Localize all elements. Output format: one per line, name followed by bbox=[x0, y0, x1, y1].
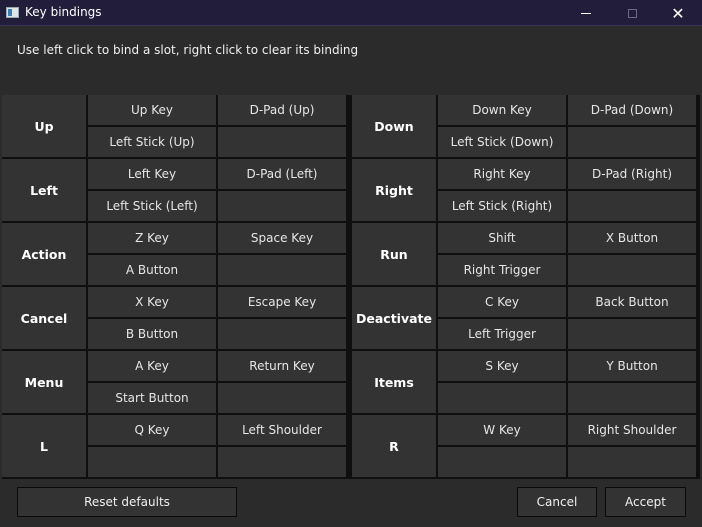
action-name: Left bbox=[2, 159, 86, 221]
minimize-icon bbox=[581, 12, 591, 14]
binding-slot[interactable]: D-Pad (Right) bbox=[568, 159, 696, 189]
binding-slot[interactable]: Space Key bbox=[218, 223, 346, 253]
binding-row-down: Down Down Key D-Pad (Down) Left Stick (Down… bbox=[352, 95, 698, 157]
binding-row-right: Right Right Key D-Pad (Right) Left Stick (R… bbox=[352, 159, 698, 221]
binding-slot[interactable]: Right Key bbox=[438, 159, 566, 189]
binding-slot[interactable]: X Button bbox=[568, 223, 696, 253]
binding-slot[interactable]: Left Shoulder bbox=[218, 415, 346, 445]
minimize-button[interactable] bbox=[563, 0, 609, 26]
binding-slot[interactable]: X Key bbox=[88, 287, 216, 317]
binding-slot[interactable]: A Key bbox=[88, 351, 216, 381]
bindings-grid: Up Up Key D-Pad (Up) Left Stick (Up) Down Dow… bbox=[2, 95, 700, 479]
binding-slot[interactable]: Escape Key bbox=[218, 287, 346, 317]
action-name: Items bbox=[352, 351, 436, 413]
binding-row-items: Items S Key Y Button bbox=[352, 351, 698, 413]
binding-slot[interactable] bbox=[218, 447, 346, 477]
binding-slot[interactable] bbox=[568, 319, 696, 349]
binding-slot[interactable]: Back Button bbox=[568, 287, 696, 317]
app-icon bbox=[6, 7, 19, 18]
binding-slot[interactable]: A Button bbox=[88, 255, 216, 285]
action-name: L bbox=[2, 415, 86, 477]
binding-slot[interactable] bbox=[568, 383, 696, 413]
binding-slot[interactable]: Q Key bbox=[88, 415, 216, 445]
binding-row-cancel: Cancel X Key Escape Key B Button bbox=[2, 287, 348, 349]
window-title: Key bindings bbox=[25, 5, 102, 19]
binding-slot[interactable]: S Key bbox=[438, 351, 566, 381]
action-name: Cancel bbox=[2, 287, 86, 349]
action-name: Right bbox=[352, 159, 436, 221]
binding-slot[interactable]: Up Key bbox=[88, 95, 216, 125]
binding-row-l: LQ Key Left Shoulder bbox=[2, 415, 348, 477]
action-name: Run bbox=[352, 223, 436, 285]
binding-slot[interactable]: Y Button bbox=[568, 351, 696, 381]
binding-row-deactivate: Deactivate C Key Back Button Left Trigger bbox=[352, 287, 698, 349]
action-name: Deactivate bbox=[352, 287, 436, 349]
title-bar[interactable]: Key bindings ✕ bbox=[0, 0, 702, 26]
binding-slot[interactable]: B Button bbox=[88, 319, 216, 349]
binding-slot[interactable]: Shift bbox=[438, 223, 566, 253]
action-name: Action bbox=[2, 223, 86, 285]
binding-slot[interactable]: Left Stick (Down) bbox=[438, 127, 566, 157]
binding-slot[interactable]: Start Button bbox=[88, 383, 216, 413]
binding-slot[interactable]: Left Key bbox=[88, 159, 216, 189]
reset-defaults-button[interactable]: Reset defaults bbox=[17, 487, 237, 517]
binding-slot[interactable] bbox=[218, 255, 346, 285]
action-name: Menu bbox=[2, 351, 86, 413]
binding-slot[interactable]: Return Key bbox=[218, 351, 346, 381]
binding-slot[interactable]: C Key bbox=[438, 287, 566, 317]
binding-slot[interactable] bbox=[568, 447, 696, 477]
binding-slot[interactable]: Left Stick (Right) bbox=[438, 191, 566, 221]
binding-slot[interactable]: Right Trigger bbox=[438, 255, 566, 285]
binding-slot[interactable]: Z Key bbox=[88, 223, 216, 253]
binding-slot[interactable]: Left Trigger bbox=[438, 319, 566, 349]
action-name: Down bbox=[352, 95, 436, 157]
binding-slot[interactable]: D-Pad (Down) bbox=[568, 95, 696, 125]
binding-slot[interactable] bbox=[438, 383, 566, 413]
binding-slot[interactable] bbox=[568, 127, 696, 157]
binding-slot[interactable] bbox=[568, 191, 696, 221]
close-icon: ✕ bbox=[671, 3, 685, 23]
maximize-icon bbox=[627, 8, 637, 18]
maximize-button[interactable] bbox=[609, 0, 655, 26]
binding-slot[interactable] bbox=[218, 127, 346, 157]
binding-slot[interactable] bbox=[218, 319, 346, 349]
cancel-button[interactable]: Cancel bbox=[517, 487, 597, 517]
binding-slot[interactable]: Left Stick (Left) bbox=[88, 191, 216, 221]
binding-slot[interactable]: W Key bbox=[438, 415, 566, 445]
binding-row-action: Action Z Key Space Key A Button bbox=[2, 223, 348, 285]
binding-row-menu: Menu A Key Return Key Start Button bbox=[2, 351, 348, 413]
instructions-text: Use left click to bind a slot, right cli… bbox=[17, 43, 359, 57]
binding-slot[interactable] bbox=[438, 447, 566, 477]
binding-row-r: RW Key Right Shoulder bbox=[352, 415, 698, 477]
binding-row-left: Left Left Key D-Pad (Left) Left Stick (Left… bbox=[2, 159, 348, 221]
binding-slot[interactable] bbox=[568, 255, 696, 285]
binding-slot[interactable]: D-Pad (Left) bbox=[218, 159, 346, 189]
binding-slot[interactable]: D-Pad (Up) bbox=[218, 95, 346, 125]
binding-slot[interactable] bbox=[88, 447, 216, 477]
binding-row-up: Up Up Key D-Pad (Up) Left Stick (Up) bbox=[2, 95, 348, 157]
binding-slot[interactable] bbox=[218, 191, 346, 221]
action-name: Up bbox=[2, 95, 86, 157]
binding-row-run: Run Shift X Button Right Trigger bbox=[352, 223, 698, 285]
binding-slot[interactable]: Left Stick (Up) bbox=[88, 127, 216, 157]
close-button[interactable]: ✕ bbox=[655, 0, 701, 26]
binding-slot[interactable] bbox=[218, 383, 346, 413]
accept-button[interactable]: Accept bbox=[605, 487, 686, 517]
action-name: R bbox=[352, 415, 436, 477]
binding-slot[interactable]: Right Shoulder bbox=[568, 415, 696, 445]
binding-slot[interactable]: Down Key bbox=[438, 95, 566, 125]
